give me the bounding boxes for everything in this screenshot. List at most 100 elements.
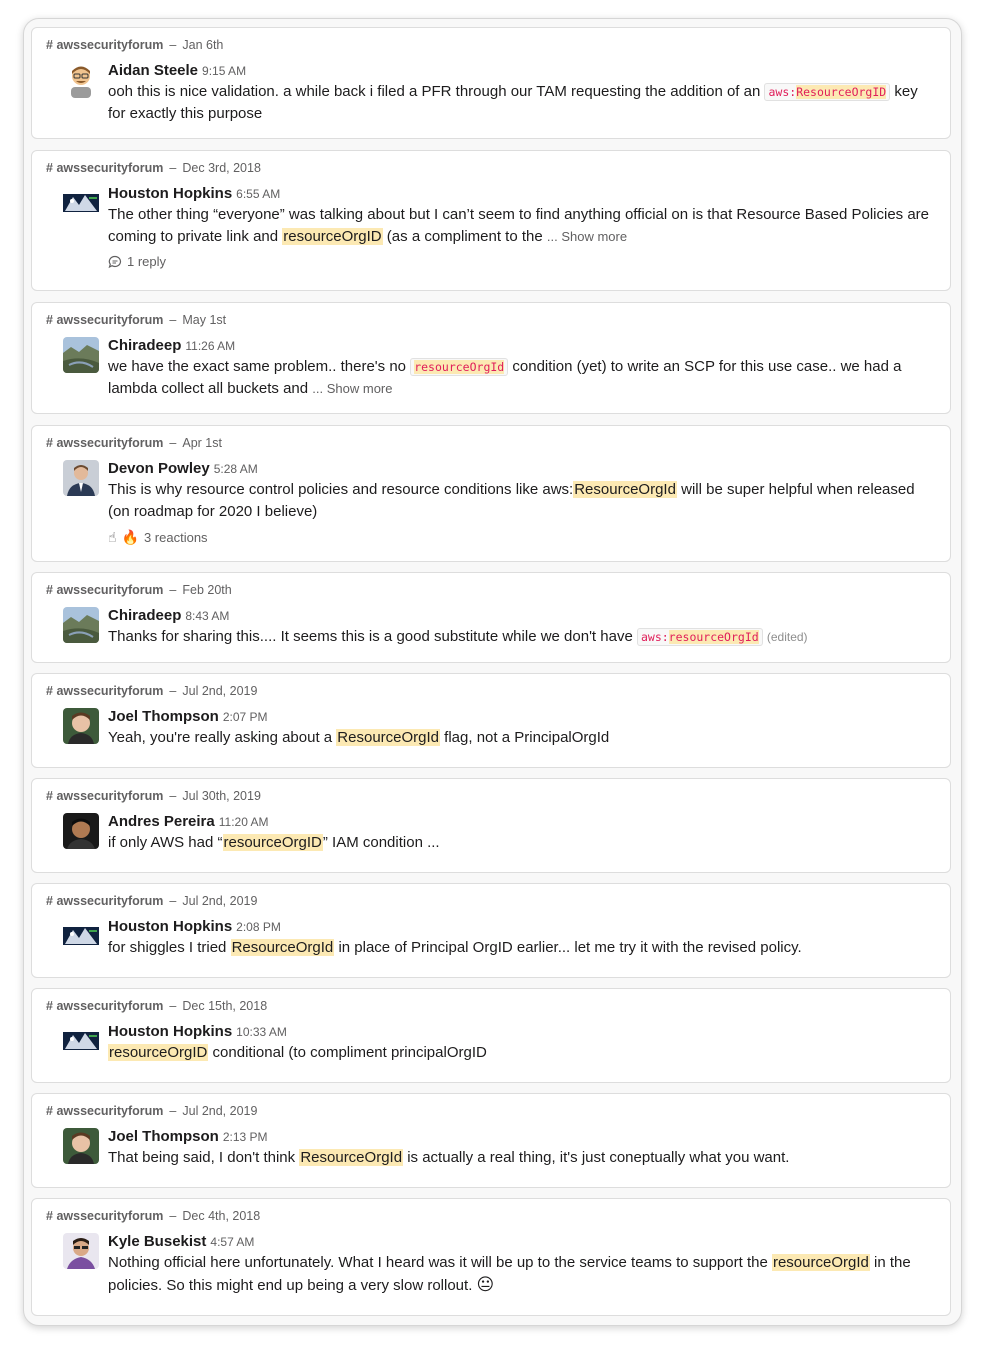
fire-emoji[interactable]: 🔥 — [122, 529, 139, 546]
author-name[interactable]: Chiradeep — [108, 607, 181, 624]
message-card[interactable]: # awssecurityforum – Jul 2nd, 2019 Houston… — [31, 883, 951, 978]
message-text: if only AWS had “resourceOrgID” IAM cond… — [108, 834, 440, 851]
channel-line: # awssecurityforum – Jan 6th — [46, 38, 224, 52]
search-highlight: resourceOrgId — [771, 1254, 870, 1271]
message-text: ooh this is nice validation. a while bac… — [108, 83, 918, 122]
channel-link[interactable]: # awssecurityforum — [46, 583, 163, 597]
author-name[interactable]: Andres Pereira — [108, 813, 215, 830]
message-time[interactable]: 11:20 AM — [219, 815, 269, 829]
message-date: Jul 2nd, 2019 — [182, 1104, 258, 1118]
message-date: Apr 1st — [182, 436, 222, 450]
message-card[interactable]: # awssecurityforum – Jul 2nd, 2019 Joel Th… — [31, 1093, 951, 1188]
reactions-row[interactable]: ☝ 🔥 3 reactions — [108, 529, 930, 546]
channel-link[interactable]: # awssecurityforum — [46, 1209, 163, 1223]
channel-link[interactable]: # awssecurityforum — [46, 38, 163, 52]
message-date: May 1st — [182, 313, 227, 327]
channel-link[interactable]: # awssecurityforum — [46, 313, 163, 327]
search-highlight: ResourceOrgId — [299, 1149, 404, 1166]
message-card[interactable]: # awssecurityforum – Dec 15th, 2018 Housto… — [31, 988, 951, 1083]
message-date: Dec 4th, 2018 — [182, 1209, 261, 1223]
search-highlight: resourceOrgID — [222, 834, 323, 851]
channel-line: # awssecurityforum – Feb 20th — [46, 583, 232, 597]
channel-link[interactable]: # awssecurityforum — [46, 161, 163, 175]
channel-link[interactable]: # awssecurityforum — [46, 999, 163, 1013]
author-name[interactable]: Kyle Busekist — [108, 1233, 206, 1250]
inline-code: aws:ResourceOrgID — [764, 83, 891, 101]
show-more-link[interactable]: ... Show more — [547, 229, 627, 244]
channel-line: # awssecurityforum – Dec 4th, 2018 — [46, 1209, 261, 1223]
author-name[interactable]: Joel Thompson — [108, 1128, 219, 1145]
author-name[interactable]: Houston Hopkins — [108, 185, 232, 202]
channel-link[interactable]: # awssecurityforum — [46, 894, 163, 908]
message-time[interactable]: 9:15 AM — [202, 64, 246, 78]
message-date: Jul 2nd, 2019 — [182, 894, 258, 908]
avatar[interactable] — [63, 708, 99, 744]
channel-line: # awssecurityforum – Dec 3rd, 2018 — [46, 161, 261, 175]
message-text: The other thing “everyone” was talking a… — [108, 206, 930, 245]
message-card[interactable]: # awssecurityforum – Jul 2nd, 2019 Joel Th… — [31, 673, 951, 768]
avatar[interactable] — [63, 460, 99, 496]
message-card[interactable]: # awssecurityforum – Dec 3rd, 2018 Houston… — [31, 150, 951, 291]
neutral-face-emoji: 😐 — [476, 1275, 495, 1294]
author-name[interactable]: Chiradeep — [108, 337, 181, 354]
channel-link[interactable]: # awssecurityforum — [46, 1104, 163, 1118]
message-text: This is why resource control policies an… — [108, 481, 915, 520]
channel-line: # awssecurityforum – Jul 2nd, 2019 — [46, 894, 258, 908]
message-card[interactable]: # awssecurityforum – Apr 1st Devon Powley 5… — [31, 425, 951, 562]
thread-replies[interactable]: 1 reply — [108, 254, 930, 269]
message-text: Nothing official here unfortunately. Wha… — [108, 1254, 911, 1294]
avatar[interactable] — [63, 62, 99, 98]
message-card[interactable]: # awssecurityforum – Jan 6th Aidan Steele 9… — [31, 27, 951, 139]
channel-line: # awssecurityforum – Apr 1st — [46, 436, 222, 450]
avatar[interactable] — [63, 1023, 99, 1059]
message-card[interactable]: # awssecurityforum – Jul 30th, 2019 Andres… — [31, 778, 951, 873]
message-card[interactable]: # awssecurityforum – Feb 20th Chiradeep 8:4… — [31, 572, 951, 663]
message-time[interactable]: 5:28 AM — [214, 462, 258, 476]
channel-link[interactable]: # awssecurityforum — [46, 436, 163, 450]
author-name[interactable]: Devon Powley — [108, 460, 210, 477]
avatar[interactable] — [63, 918, 99, 954]
avatar[interactable] — [63, 337, 99, 373]
author-name[interactable]: Joel Thompson — [108, 708, 219, 725]
channel-line: # awssecurityforum – Jul 30th, 2019 — [46, 789, 261, 803]
inline-code: aws:resourceOrgId — [636, 628, 763, 646]
channel-link[interactable]: # awssecurityforum — [46, 789, 163, 803]
avatar[interactable] — [63, 1128, 99, 1164]
message-text: That being said, I don't think ResourceO… — [108, 1149, 790, 1166]
message-time[interactable]: 2:08 PM — [236, 920, 281, 934]
search-highlight: ResourceOrgId — [230, 939, 335, 956]
search-results-window: # awssecurityforum – Jan 6th Aidan Steele 9… — [23, 18, 962, 1326]
avatar[interactable] — [63, 607, 99, 643]
author-name[interactable]: Aidan Steele — [108, 62, 198, 79]
avatar[interactable] — [63, 1233, 99, 1269]
point-up-emoji[interactable]: ☝ — [108, 529, 117, 546]
channel-line: # awssecurityforum – Jul 2nd, 2019 — [46, 684, 258, 698]
message-text: we have the exact same problem.. there's… — [108, 358, 902, 397]
message-time[interactable]: 2:13 PM — [223, 1130, 268, 1144]
author-name[interactable]: Houston Hopkins — [108, 1023, 232, 1040]
message-time[interactable]: 8:43 AM — [185, 609, 229, 623]
message-time[interactable]: 10:33 AM — [236, 1025, 287, 1039]
inline-code: resourceOrgId — [410, 358, 509, 376]
message-text: for shiggles I tried ResourceOrgId in pl… — [108, 939, 802, 956]
message-date: Dec 3rd, 2018 — [182, 161, 261, 175]
author-name[interactable]: Houston Hopkins — [108, 918, 232, 935]
message-time[interactable]: 11:26 AM — [185, 339, 235, 353]
reaction-count[interactable]: 3 reactions — [144, 530, 208, 545]
edited-label: (edited) — [766, 630, 808, 644]
message-text: Thanks for sharing this.... It seems thi… — [108, 628, 808, 646]
message-date: Dec 15th, 2018 — [182, 999, 268, 1013]
message-time[interactable]: 2:07 PM — [223, 710, 268, 724]
avatar[interactable] — [63, 185, 99, 221]
avatar[interactable] — [63, 813, 99, 849]
message-time[interactable]: 6:55 AM — [236, 187, 280, 201]
message-card[interactable]: # awssecurityforum – Dec 4th, 2018 Kyle Bu… — [31, 1198, 951, 1316]
reply-count[interactable]: 1 reply — [127, 254, 166, 269]
channel-line: # awssecurityforum – May 1st — [46, 313, 227, 327]
show-more-link[interactable]: ... Show more — [312, 381, 392, 396]
message-card[interactable]: # awssecurityforum – May 1st Chiradeep 11:2… — [31, 302, 951, 414]
channel-link[interactable]: # awssecurityforum — [46, 684, 163, 698]
channel-line: # awssecurityforum – Dec 15th, 2018 — [46, 999, 268, 1013]
message-time[interactable]: 4:57 AM — [210, 1235, 254, 1249]
reply-bubble-icon — [108, 255, 122, 269]
